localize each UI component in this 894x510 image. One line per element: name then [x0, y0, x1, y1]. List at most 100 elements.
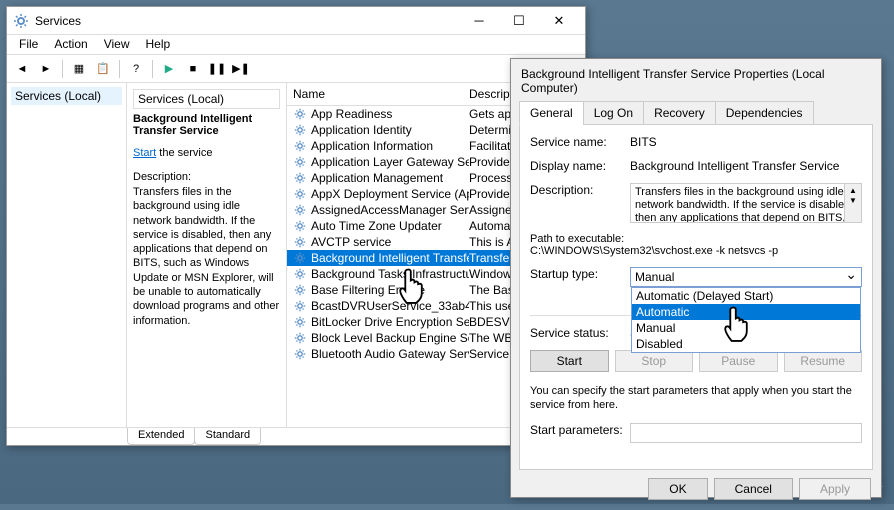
menu-file[interactable]: File [11, 35, 46, 54]
path-section: Path to executable: C:\WINDOWS\System32\… [530, 233, 862, 257]
label-start-params: Start parameters: [530, 423, 630, 437]
dialog-content: Service name: BITS Display name: Backgro… [519, 124, 873, 470]
toolbar: ◄ ► ▦ 📋 ? ▶ ■ ❚❚ ▶❚ [7, 55, 585, 83]
service-name: Bluetooth Audio Gateway Service [311, 347, 469, 361]
description-label: Description: [133, 171, 280, 183]
back-button[interactable]: ◄ [11, 58, 33, 80]
service-action: Start the service [133, 147, 280, 159]
tab-standard[interactable]: Standard [194, 428, 261, 445]
toolbar-separator [119, 60, 120, 78]
properties-dialog: Background Intelligent Transfer Service … [510, 58, 882, 498]
gear-icon [293, 283, 307, 297]
tree-item-services-local[interactable]: Services (Local) [11, 87, 122, 105]
label-path: Path to executable: [530, 233, 862, 245]
menu-view[interactable]: View [96, 35, 138, 54]
label-startup-type: Startup type: [530, 267, 630, 281]
export-button[interactable]: 📋 [92, 58, 114, 80]
help-button[interactable]: ? [125, 58, 147, 80]
services-window: Services ─ ☐ ✕ File Action View Help ◄ ►… [6, 6, 586, 446]
column-name[interactable]: Name [293, 87, 469, 101]
service-name: BitLocker Drive Encryption Service [311, 315, 469, 329]
label-display-name: Display name: [530, 159, 630, 173]
menubar: File Action View Help [7, 35, 585, 55]
menu-action[interactable]: Action [46, 35, 95, 54]
stop-button: Stop [615, 350, 694, 372]
startup-selected-value: Manual [635, 270, 674, 284]
detail-pane: Services (Local) Background Intelligent … [127, 83, 287, 427]
window-title: Services [35, 14, 459, 28]
value-service-name: BITS [630, 135, 862, 149]
window-controls: ─ ☐ ✕ [459, 8, 579, 34]
services-body: Services (Local) Services (Local) Backgr… [7, 83, 585, 427]
dialog-buttons: OK Cancel Apply [511, 478, 881, 510]
gear-icon [293, 219, 307, 233]
gear-icon [293, 171, 307, 185]
gear-icon [293, 187, 307, 201]
gear-icon [293, 235, 307, 249]
label-service-name: Service name: [530, 135, 630, 149]
gear-icon [293, 331, 307, 345]
gear-icon [293, 267, 307, 281]
forward-button[interactable]: ► [35, 58, 57, 80]
service-name: App Readiness [311, 107, 469, 121]
service-name: Application Identity [311, 123, 469, 137]
stop-service-button[interactable]: ■ [182, 58, 204, 80]
detail-heading: Services (Local) [133, 89, 280, 109]
tab-recovery[interactable]: Recovery [643, 101, 716, 125]
services-icon [13, 13, 29, 29]
service-name: Auto Time Zone Updater [311, 219, 469, 233]
gear-icon [293, 139, 307, 153]
dialog-title: Background Intelligent Transfer Service … [511, 59, 881, 101]
start-button[interactable]: Start [530, 350, 609, 372]
service-name: AVCTP service [311, 235, 469, 249]
value-display-name: Background Intelligent Transfer Service [630, 159, 862, 173]
service-name: Background Tasks Infrastructure… [311, 267, 469, 281]
titlebar: Services ─ ☐ ✕ [7, 7, 585, 35]
maximize-button[interactable]: ☐ [499, 8, 539, 34]
action-suffix: the service [156, 147, 212, 159]
ok-button[interactable]: OK [648, 478, 707, 500]
restart-service-button[interactable]: ▶❚ [230, 58, 252, 80]
service-name: BcastDVRUserService_33ab4 [311, 299, 469, 313]
startup-type-select[interactable]: Manual Automatic (Delayed Start)Automati… [630, 267, 862, 287]
minimize-button[interactable]: ─ [459, 8, 499, 34]
cursor-hand-icon [720, 302, 758, 346]
close-button[interactable]: ✕ [539, 8, 579, 34]
gear-icon [293, 299, 307, 313]
gear-icon [293, 347, 307, 361]
gear-icon [293, 107, 307, 121]
start-params-hint: You can specify the start parameters tha… [530, 384, 862, 413]
selected-service-name: Background Intelligent Transfer Service [133, 113, 280, 137]
service-name: Background Intelligent Transfer Service [311, 251, 469, 265]
pause-button: Pause [699, 350, 778, 372]
service-name: AppX Deployment Service (AppXSVC) [311, 187, 469, 201]
label-service-status: Service status: [530, 326, 630, 340]
tab-logon[interactable]: Log On [583, 101, 644, 125]
tab-extended[interactable]: Extended [127, 428, 195, 445]
resume-button: Resume [784, 350, 863, 372]
pause-service-button[interactable]: ❚❚ [206, 58, 228, 80]
menu-help[interactable]: Help [138, 35, 179, 54]
service-name: Application Management [311, 171, 469, 185]
label-description: Description: [530, 183, 630, 197]
view-tabs: Extended Standard [7, 427, 585, 445]
start-params-input[interactable] [630, 423, 862, 443]
show-hide-button[interactable]: ▦ [68, 58, 90, 80]
toolbar-separator [152, 60, 153, 78]
description-text: Transfers files in the background using … [133, 185, 280, 328]
gear-icon [293, 123, 307, 137]
gear-icon [293, 155, 307, 169]
service-name: Application Information [311, 139, 469, 153]
cancel-button[interactable]: Cancel [714, 478, 793, 500]
service-name: Block Level Backup Engine Service [311, 331, 469, 345]
cursor-hand-icon [395, 264, 433, 308]
tab-general[interactable]: General [519, 101, 584, 125]
dialog-tabs: General Log On Recovery Dependencies [511, 101, 881, 125]
gear-icon [293, 203, 307, 217]
tab-dependencies[interactable]: Dependencies [715, 101, 814, 125]
service-name: AssignedAccessManager Service [311, 203, 469, 217]
tree-pane[interactable]: Services (Local) [7, 83, 127, 427]
start-link[interactable]: Start [133, 147, 156, 159]
description-box[interactable]: Transfers files in the background using … [630, 183, 862, 223]
start-service-button[interactable]: ▶ [158, 58, 180, 80]
